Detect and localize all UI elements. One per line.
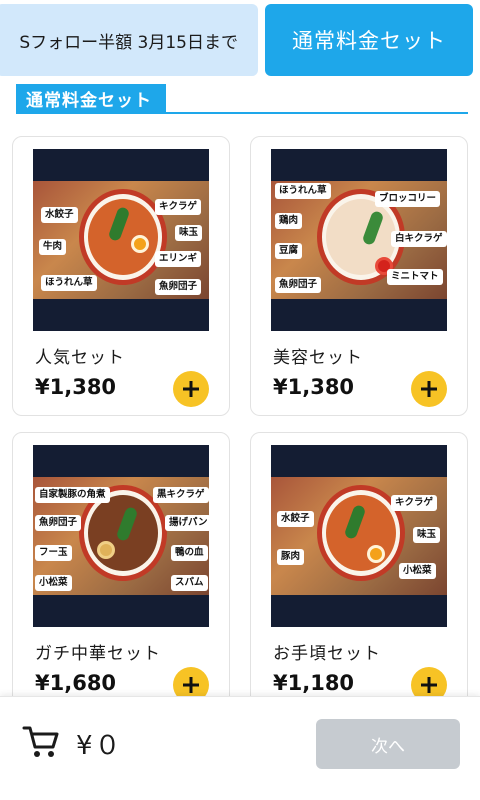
ingredient-tag: 魚卵団子 xyxy=(275,277,322,293)
egg xyxy=(131,235,149,253)
ingredient-tag: 豆腐 xyxy=(275,243,303,259)
ingredient-tag: 水餃子 xyxy=(41,207,78,223)
category-tabs: Sフォロー半額 3月15日まで 通常料金セット xyxy=(0,0,480,80)
section-divider xyxy=(16,112,468,114)
plus-icon xyxy=(183,677,199,693)
tab-promo-label: Sフォロー半額 3月15日まで xyxy=(19,32,238,53)
egg xyxy=(367,545,385,563)
cart-total: ¥０ xyxy=(76,731,123,761)
ingredient-tag: 豚肉 xyxy=(277,549,305,565)
ingredient-tag: キクラゲ xyxy=(155,199,202,215)
next-button-label: 次へ xyxy=(371,736,405,757)
ingredient-tag: 魚卵団子 xyxy=(155,279,202,295)
product-card[interactable]: キクラゲ 水餃子 味玉 牛肉 エリンギ ほうれん草 魚卵団子 人気セット ¥1,… xyxy=(12,136,230,416)
ingredient-tag: 牛肉 xyxy=(39,239,67,255)
ingredient-tag: ほうれん草 xyxy=(41,275,97,291)
tab-promo[interactable]: Sフォロー半額 3月15日まで xyxy=(0,4,258,76)
product-image: キクラゲ 水餃子 味玉 豚肉 小松菜 xyxy=(271,445,447,627)
ingredient-tag: 鶏肉 xyxy=(275,213,303,229)
section-title: 通常料金セット xyxy=(16,84,166,112)
ingredient-tag: 鴨の血 xyxy=(171,545,208,561)
ingredient-tag: 自家製豚の角煮 xyxy=(35,487,110,503)
product-price: ¥1,180 xyxy=(273,671,355,695)
ingredient-tag: 味玉 xyxy=(413,527,441,543)
product-name: お手頃セット xyxy=(273,644,381,664)
plus-icon xyxy=(183,381,199,397)
ingredient-tag: 白キクラゲ xyxy=(391,231,447,247)
product-card[interactable]: ほうれん草 ブロッコリー 鶏肉 白キクラゲ 豆腐 ミニトマト 魚卵団子 美容セッ… xyxy=(250,136,468,416)
ingredient-tag: ミニトマト xyxy=(387,269,443,285)
ingredient-tag: 味玉 xyxy=(175,225,203,241)
product-image: ほうれん草 ブロッコリー 鶏肉 白キクラゲ 豆腐 ミニトマト 魚卵団子 xyxy=(271,149,447,331)
product-image: 自家製豚の角煮 黒キクラゲ 魚卵団子 揚げパン フー玉 鴨の血 小松菜 スパム xyxy=(33,445,209,627)
tab-regular[interactable]: 通常料金セット xyxy=(265,4,473,76)
ingredient-tag: 水餃子 xyxy=(277,511,314,527)
ingredient-tag: 魚卵団子 xyxy=(35,515,82,531)
ingredient-tag: ほうれん草 xyxy=(275,183,331,199)
product-name: 美容セット xyxy=(273,348,363,368)
ingredient-tag: エリンギ xyxy=(155,251,202,267)
add-button[interactable] xyxy=(173,371,209,407)
ingredient-tag: 揚げパン xyxy=(165,515,209,531)
checkout-bar: ¥０ 次へ xyxy=(0,696,480,800)
product-price: ¥1,380 xyxy=(273,375,355,399)
plus-icon xyxy=(421,677,437,693)
product-card[interactable]: 自家製豚の角煮 黒キクラゲ 魚卵団子 揚げパン フー玉 鴨の血 小松菜 スパム … xyxy=(12,432,230,712)
cart-icon[interactable] xyxy=(22,725,60,759)
ingredient-tag: ブロッコリー xyxy=(375,191,441,207)
section-header: 通常料金セット xyxy=(16,84,468,116)
ingredient-tag: スパム xyxy=(171,575,208,591)
fish-ball xyxy=(97,541,115,559)
ingredient-tag: 黒キクラゲ xyxy=(153,487,209,503)
product-name: ガチ中華セット xyxy=(35,644,161,664)
ingredient-tag: 小松菜 xyxy=(35,575,72,591)
product-price: ¥1,680 xyxy=(35,671,117,695)
product-card[interactable]: キクラゲ 水餃子 味玉 豚肉 小松菜 お手頃セット ¥1,180 xyxy=(250,432,468,712)
ingredient-tag: キクラゲ xyxy=(391,495,438,511)
plus-icon xyxy=(421,381,437,397)
ingredient-tag: フー玉 xyxy=(35,545,72,561)
product-name: 人気セット xyxy=(35,348,125,368)
tab-regular-label: 通常料金セット xyxy=(292,29,446,53)
product-price: ¥1,380 xyxy=(35,375,117,399)
ingredient-tag: 小松菜 xyxy=(399,563,436,579)
product-image: キクラゲ 水餃子 味玉 牛肉 エリンギ ほうれん草 魚卵団子 xyxy=(33,149,209,331)
next-button[interactable]: 次へ xyxy=(316,719,460,769)
add-button[interactable] xyxy=(411,371,447,407)
